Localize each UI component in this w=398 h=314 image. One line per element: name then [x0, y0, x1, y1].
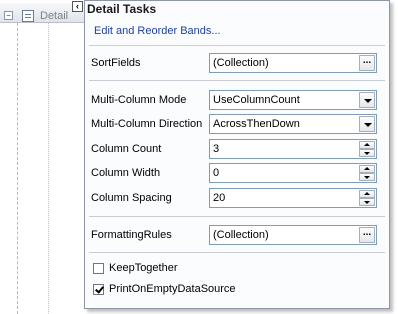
formatting-rules-label: FormattingRules — [91, 229, 172, 241]
spin-up-icon[interactable] — [359, 190, 375, 198]
formatting-rules-ellipsis-button[interactable]: ... — [359, 227, 375, 243]
print-on-empty-checkbox[interactable] — [93, 284, 104, 295]
multi-column-direction-label: Multi-Column Direction — [91, 118, 203, 130]
sort-fields-label: SortFields — [91, 57, 141, 69]
formatting-rules-value: (Collection) — [213, 229, 269, 241]
spin-down-icon[interactable] — [359, 173, 375, 181]
column-spacing-value: 20 — [213, 192, 226, 204]
chevron-down-icon[interactable] — [359, 116, 375, 132]
sort-fields-value: (Collection) — [213, 57, 269, 69]
column-count-spin-buttons — [359, 141, 375, 157]
column-count-label: Column Count — [91, 143, 162, 155]
chevron-down-icon[interactable] — [359, 92, 375, 108]
spin-up-icon[interactable] — [359, 141, 375, 149]
print-on-empty-label[interactable]: PrintOnEmptyDataSource — [109, 283, 236, 295]
multi-column-direction-value: AcrossThenDown — [213, 118, 300, 130]
band-margin-guide — [17, 23, 18, 314]
column-count-value: 3 — [213, 143, 220, 155]
separator — [89, 216, 385, 217]
detail-tasks-panel: Detail Tasks Edit and Reorder Bands... S… — [84, 0, 390, 309]
column-spacing-spin-buttons — [359, 190, 375, 206]
keep-together-label[interactable]: KeepTogether — [109, 262, 178, 274]
spin-down-icon[interactable] — [359, 149, 375, 157]
collapse-icon[interactable]: − — [4, 11, 13, 20]
formatting-rules-field[interactable]: (Collection) ... — [209, 225, 377, 245]
column-width-value: 0 — [213, 167, 220, 179]
band-icon — [22, 10, 34, 22]
spin-down-icon[interactable] — [359, 198, 375, 206]
multi-column-mode-dropdown[interactable]: UseColumnCount — [209, 90, 377, 110]
column-width-spin-buttons — [359, 165, 375, 181]
panel-title: Detail Tasks — [87, 2, 157, 16]
column-count-spinner[interactable]: 3 — [209, 139, 377, 159]
separator — [89, 45, 385, 46]
band-label: Detail — [40, 10, 69, 22]
sort-fields-ellipsis-button[interactable]: ... — [359, 55, 375, 71]
column-spacing-label: Column Spacing — [91, 192, 172, 204]
spin-up-icon[interactable] — [359, 165, 375, 173]
multi-column-mode-label: Multi-Column Mode — [91, 94, 187, 106]
multi-column-mode-value: UseColumnCount — [213, 94, 300, 106]
separator — [89, 80, 385, 81]
column-spacing-spinner[interactable]: 20 — [209, 188, 377, 208]
column-width-spinner[interactable]: 0 — [209, 163, 377, 183]
edit-reorder-bands-link[interactable]: Edit and Reorder Bands... — [94, 25, 221, 37]
multi-column-direction-dropdown[interactable]: AcrossThenDown — [209, 114, 377, 134]
sort-fields-field[interactable]: (Collection) ... — [209, 53, 377, 73]
column-width-label: Column Width — [91, 167, 161, 179]
separator — [89, 252, 385, 253]
band-grid-guide — [48, 23, 49, 314]
smart-tag-arrow-icon[interactable]: ‹ — [72, 1, 83, 12]
keep-together-checkbox[interactable] — [93, 263, 104, 274]
